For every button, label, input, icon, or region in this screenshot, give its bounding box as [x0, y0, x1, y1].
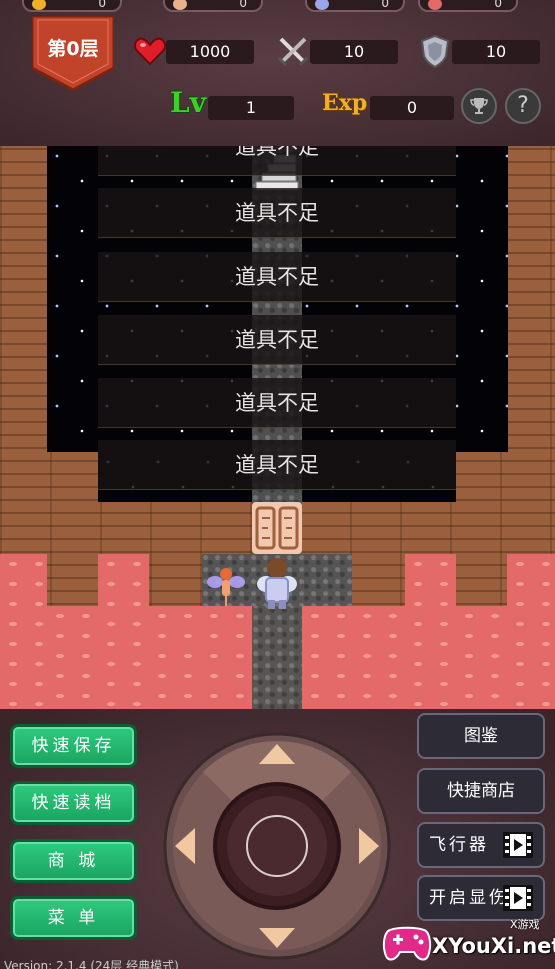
red-key-icon	[428, 0, 442, 10]
shield-icon	[420, 34, 450, 68]
fly-device-button[interactable]: 飞行器	[417, 822, 545, 868]
video-ad-icon	[503, 885, 533, 911]
help-button[interactable]: ?	[505, 88, 541, 124]
message-toast: 道具不足	[98, 440, 456, 490]
hp-value: 1000	[166, 40, 254, 64]
blue-key-counter: 0	[305, 0, 405, 12]
status-bar: 0 0 0 0 第0层 1000 10 10 Lv 1 Exp 0 ?	[0, 0, 555, 146]
message-toast: 道具不足	[98, 315, 456, 365]
floor-label: 第0层	[47, 38, 99, 60]
quick-save-button[interactable]: 快速保存	[10, 724, 137, 768]
level-label: Lv	[170, 86, 206, 119]
level-value: 1	[208, 96, 294, 120]
lava-pool	[0, 554, 47, 709]
quick-shop-button[interactable]: 快捷商店	[417, 768, 545, 814]
fly-device-label: 飞行器	[429, 835, 489, 855]
lava-pool	[405, 554, 456, 709]
watermark-small-text: X游戏	[510, 918, 540, 931]
ornate-door-icon	[255, 506, 299, 550]
exp-value: 0	[370, 96, 454, 120]
floor-badge: 第0层	[30, 14, 116, 92]
heart-icon	[133, 37, 167, 66]
help-question-icon: ?	[517, 93, 529, 118]
blue-key-icon	[315, 0, 329, 10]
message-toast: 道具不足	[98, 252, 456, 302]
menu-button[interactable]: 菜 单	[10, 896, 137, 940]
message-toast: 道具不足	[98, 378, 456, 428]
trophy-button[interactable]	[461, 88, 497, 124]
gold-counter: 0	[22, 0, 122, 12]
quick-load-button[interactable]: 快速读档	[10, 781, 137, 825]
resource-strip: 0 0 0 0	[0, 0, 555, 12]
fairy-npc-icon[interactable]	[206, 564, 246, 608]
message-toast: 道具不足	[98, 188, 456, 238]
lava-pool	[507, 554, 555, 709]
monster-book-button[interactable]: 图鉴	[417, 713, 545, 759]
attack-value: 10	[310, 40, 398, 64]
message-toast: 道具不足	[98, 146, 456, 176]
version-text: Version: 2.1.4 (24层 经典模式)	[4, 959, 179, 969]
defense-value: 10	[452, 40, 540, 64]
lava-pool	[47, 606, 98, 709]
gold-coin-icon	[32, 0, 46, 10]
video-ad-icon	[503, 832, 533, 858]
control-panel: 快速保存 快速读档 商 城 菜 单 图鉴 快捷商店 飞行器 开启显伤 Versi…	[0, 709, 555, 969]
lava-pool	[456, 606, 507, 709]
lava-pool	[149, 606, 252, 709]
yellow-key-icon	[173, 0, 187, 10]
direction-pad[interactable]	[163, 732, 391, 960]
red-key-counter: 0	[418, 0, 518, 12]
yellow-key-counter: 0	[163, 0, 263, 12]
hero-knight-icon[interactable]	[252, 556, 302, 610]
shop-button[interactable]: 商 城	[10, 839, 137, 883]
lava-pool	[98, 554, 149, 709]
trophy-icon	[470, 98, 488, 114]
crossed-swords-icon	[277, 37, 309, 67]
door-gate[interactable]	[252, 502, 302, 554]
exp-label: Exp	[322, 90, 368, 116]
watermark-text: XYouXi.net	[432, 934, 555, 958]
game-map[interactable]: 道具不足 道具不足 道具不足 道具不足 道具不足 道具不足	[0, 146, 555, 709]
show-damage-label: 开启显伤	[429, 888, 509, 908]
lava-pool	[302, 606, 405, 709]
site-watermark: X游戏 XYouXi.net	[382, 914, 555, 969]
gamepad-logo-icon	[382, 926, 432, 961]
